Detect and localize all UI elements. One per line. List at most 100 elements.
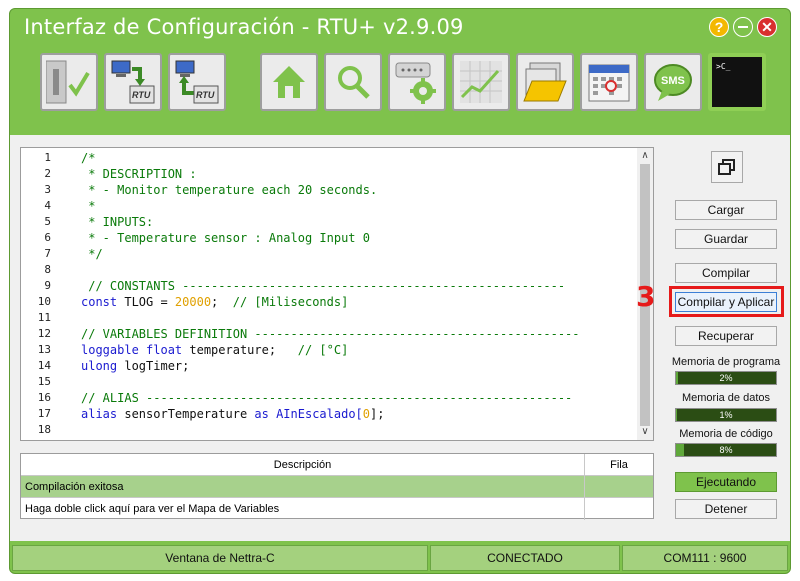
chart-icon [460, 61, 502, 103]
code-token: ; [211, 295, 233, 309]
close-button[interactable]: ✕ [757, 17, 777, 37]
download-to-rtu-button[interactable]: RTU [104, 53, 162, 111]
line-number: 7 [44, 247, 51, 260]
code-area[interactable]: 1/* 2 * DESCRIPTION :3 * - Monitor temper… [21, 150, 638, 440]
chart-button[interactable] [452, 53, 510, 111]
table-row[interactable]: Haga doble click aquí para ver el Mapa d… [21, 498, 653, 520]
code-line[interactable]: 1 /* [21, 150, 638, 166]
calendar-button[interactable] [580, 53, 638, 111]
rtu-label: RTU [196, 90, 215, 100]
code-line[interactable]: 11 [21, 310, 638, 326]
code-line[interactable]: 19 // VARIABLES INITIALIZATION [21, 438, 638, 440]
code-line[interactable]: 16 // ALIAS -----------------------------… [21, 390, 638, 406]
line-number: 14 [37, 359, 51, 372]
data-memory-label: Memoria de datos [681, 392, 771, 404]
line-code: loggable float temperature; // [°C] [81, 342, 348, 358]
line-number: 19 [21, 438, 51, 440]
line-code: * - Temperature sensor : Analog Input 0 [81, 230, 370, 246]
code-token: logTimer; [117, 359, 190, 373]
restore-window-button[interactable] [711, 151, 743, 183]
table-row[interactable]: Compilación exitosa [21, 476, 653, 498]
code-token: * INPUTS: [81, 215, 154, 229]
status-connection: CONECTADO [430, 545, 620, 571]
program-memory-label: Memoria de programa [671, 356, 781, 368]
code-line[interactable]: 13 loggable float temperature; // [°C] [21, 342, 638, 358]
scroll-up-icon[interactable]: ∧ [637, 148, 653, 164]
code-line[interactable]: 5 * INPUTS: [21, 214, 638, 230]
code-memory-label: Memoria de código [679, 428, 773, 440]
scroll-down-icon[interactable]: ∨ [637, 424, 653, 440]
code-line[interactable]: 3 * - Monitor temperature each 20 second… [21, 182, 638, 198]
code-line[interactable]: 8 [21, 262, 638, 278]
line-number: 17 [37, 407, 51, 420]
sms-button[interactable]: SMS [644, 53, 702, 111]
recover-button[interactable]: Recuperar [675, 326, 777, 346]
terminal-prompt: >C_ [716, 62, 731, 71]
program-memory-value: 2% [719, 373, 733, 383]
code-line[interactable]: 4 * [21, 198, 638, 214]
close-icon: ✕ [761, 18, 773, 35]
connect-check-button[interactable] [40, 53, 98, 111]
line-code: // CONSTANTS ---------------------------… [81, 278, 565, 294]
title-bar: Interfaz de Configuración - RTU+ v2.9.09… [10, 9, 790, 45]
code-memory-bar: 8% [675, 443, 777, 457]
help-button[interactable]: ? [709, 17, 729, 37]
calendar-icon [588, 64, 630, 102]
code-line[interactable]: 14 ulong logTimer; [21, 358, 638, 374]
minus-icon [738, 26, 748, 28]
code-token: ulong [81, 359, 118, 373]
upload-from-rtu-button[interactable]: RTU [168, 53, 226, 111]
restore-window-icon [718, 159, 735, 175]
running-button[interactable]: Ejecutando [675, 472, 777, 492]
line-code: // VARIABLES DEFINITION ----------------… [81, 326, 580, 342]
code-line[interactable]: 9 // CONSTANTS -------------------------… [21, 278, 638, 294]
line-code: * [81, 198, 95, 214]
connector-check-icon [46, 60, 90, 104]
message-row-number [585, 498, 653, 520]
code-line[interactable]: 15 [21, 374, 638, 390]
status-bar: Ventana de Nettra-C CONECTADO COM111 : 9… [10, 543, 790, 573]
search-icon [338, 66, 370, 99]
code-editor[interactable]: 1/* 2 * DESCRIPTION :3 * - Monitor temper… [20, 147, 654, 441]
line-number: 3 [44, 183, 51, 196]
save-button[interactable]: Guardar [675, 229, 777, 249]
line-number: 2 [44, 167, 51, 180]
home-button[interactable] [260, 53, 318, 111]
data-memory-bar: 1% [675, 408, 777, 422]
column-header-description[interactable]: Descripción [21, 454, 585, 475]
folders-button[interactable] [516, 53, 574, 111]
code-line[interactable]: 10 const TLOG = 20000; // [Miliseconds] [21, 294, 638, 310]
code-token: /* [81, 151, 96, 165]
code-line[interactable]: 2 * DESCRIPTION : [21, 166, 638, 182]
code-token: 0 [362, 407, 371, 421]
minimize-button[interactable] [733, 17, 753, 37]
code-token: // VARIABLES INITIALIZATION [81, 439, 276, 440]
terminal-button[interactable]: >C_ [708, 53, 766, 111]
code-line[interactable]: 18 [21, 422, 638, 438]
compile-button[interactable]: Compilar [675, 263, 777, 283]
code-line[interactable]: 12 // VARIABLES DEFINITION --------------… [21, 326, 638, 342]
line-number: 13 [37, 343, 51, 356]
column-header-row[interactable]: Fila [585, 454, 653, 475]
code-line[interactable]: 17 alias sensorTemperature as AInEscalado… [21, 406, 638, 422]
line-code: * DESCRIPTION : [81, 166, 197, 182]
code-token: * [81, 199, 96, 213]
code-token: * DESCRIPTION : [81, 167, 197, 181]
code-token: */ [81, 247, 103, 261]
search-button[interactable] [324, 53, 382, 111]
code-token: as [254, 407, 269, 421]
line-code: // VARIABLES INITIALIZATION [81, 438, 276, 440]
code-token: 20000 [174, 295, 212, 309]
settings-button[interactable] [388, 53, 446, 111]
line-number: 1 [44, 151, 51, 164]
code-line[interactable]: 7 */ [21, 246, 638, 262]
stop-button[interactable]: Detener [675, 499, 777, 519]
line-code: * - Monitor temperature each 20 seconds. [81, 182, 377, 198]
code-token: TLOG = [117, 295, 175, 309]
main-content: 1/* 2 * DESCRIPTION :3 * - Monitor temper… [10, 135, 790, 541]
app-window: Interfaz de Configuración - RTU+ v2.9.09… [9, 8, 791, 574]
code-line[interactable]: 6 * - Temperature sensor : Analog Input … [21, 230, 638, 246]
line-number: 9 [44, 279, 51, 292]
load-button[interactable]: Cargar [675, 200, 777, 220]
